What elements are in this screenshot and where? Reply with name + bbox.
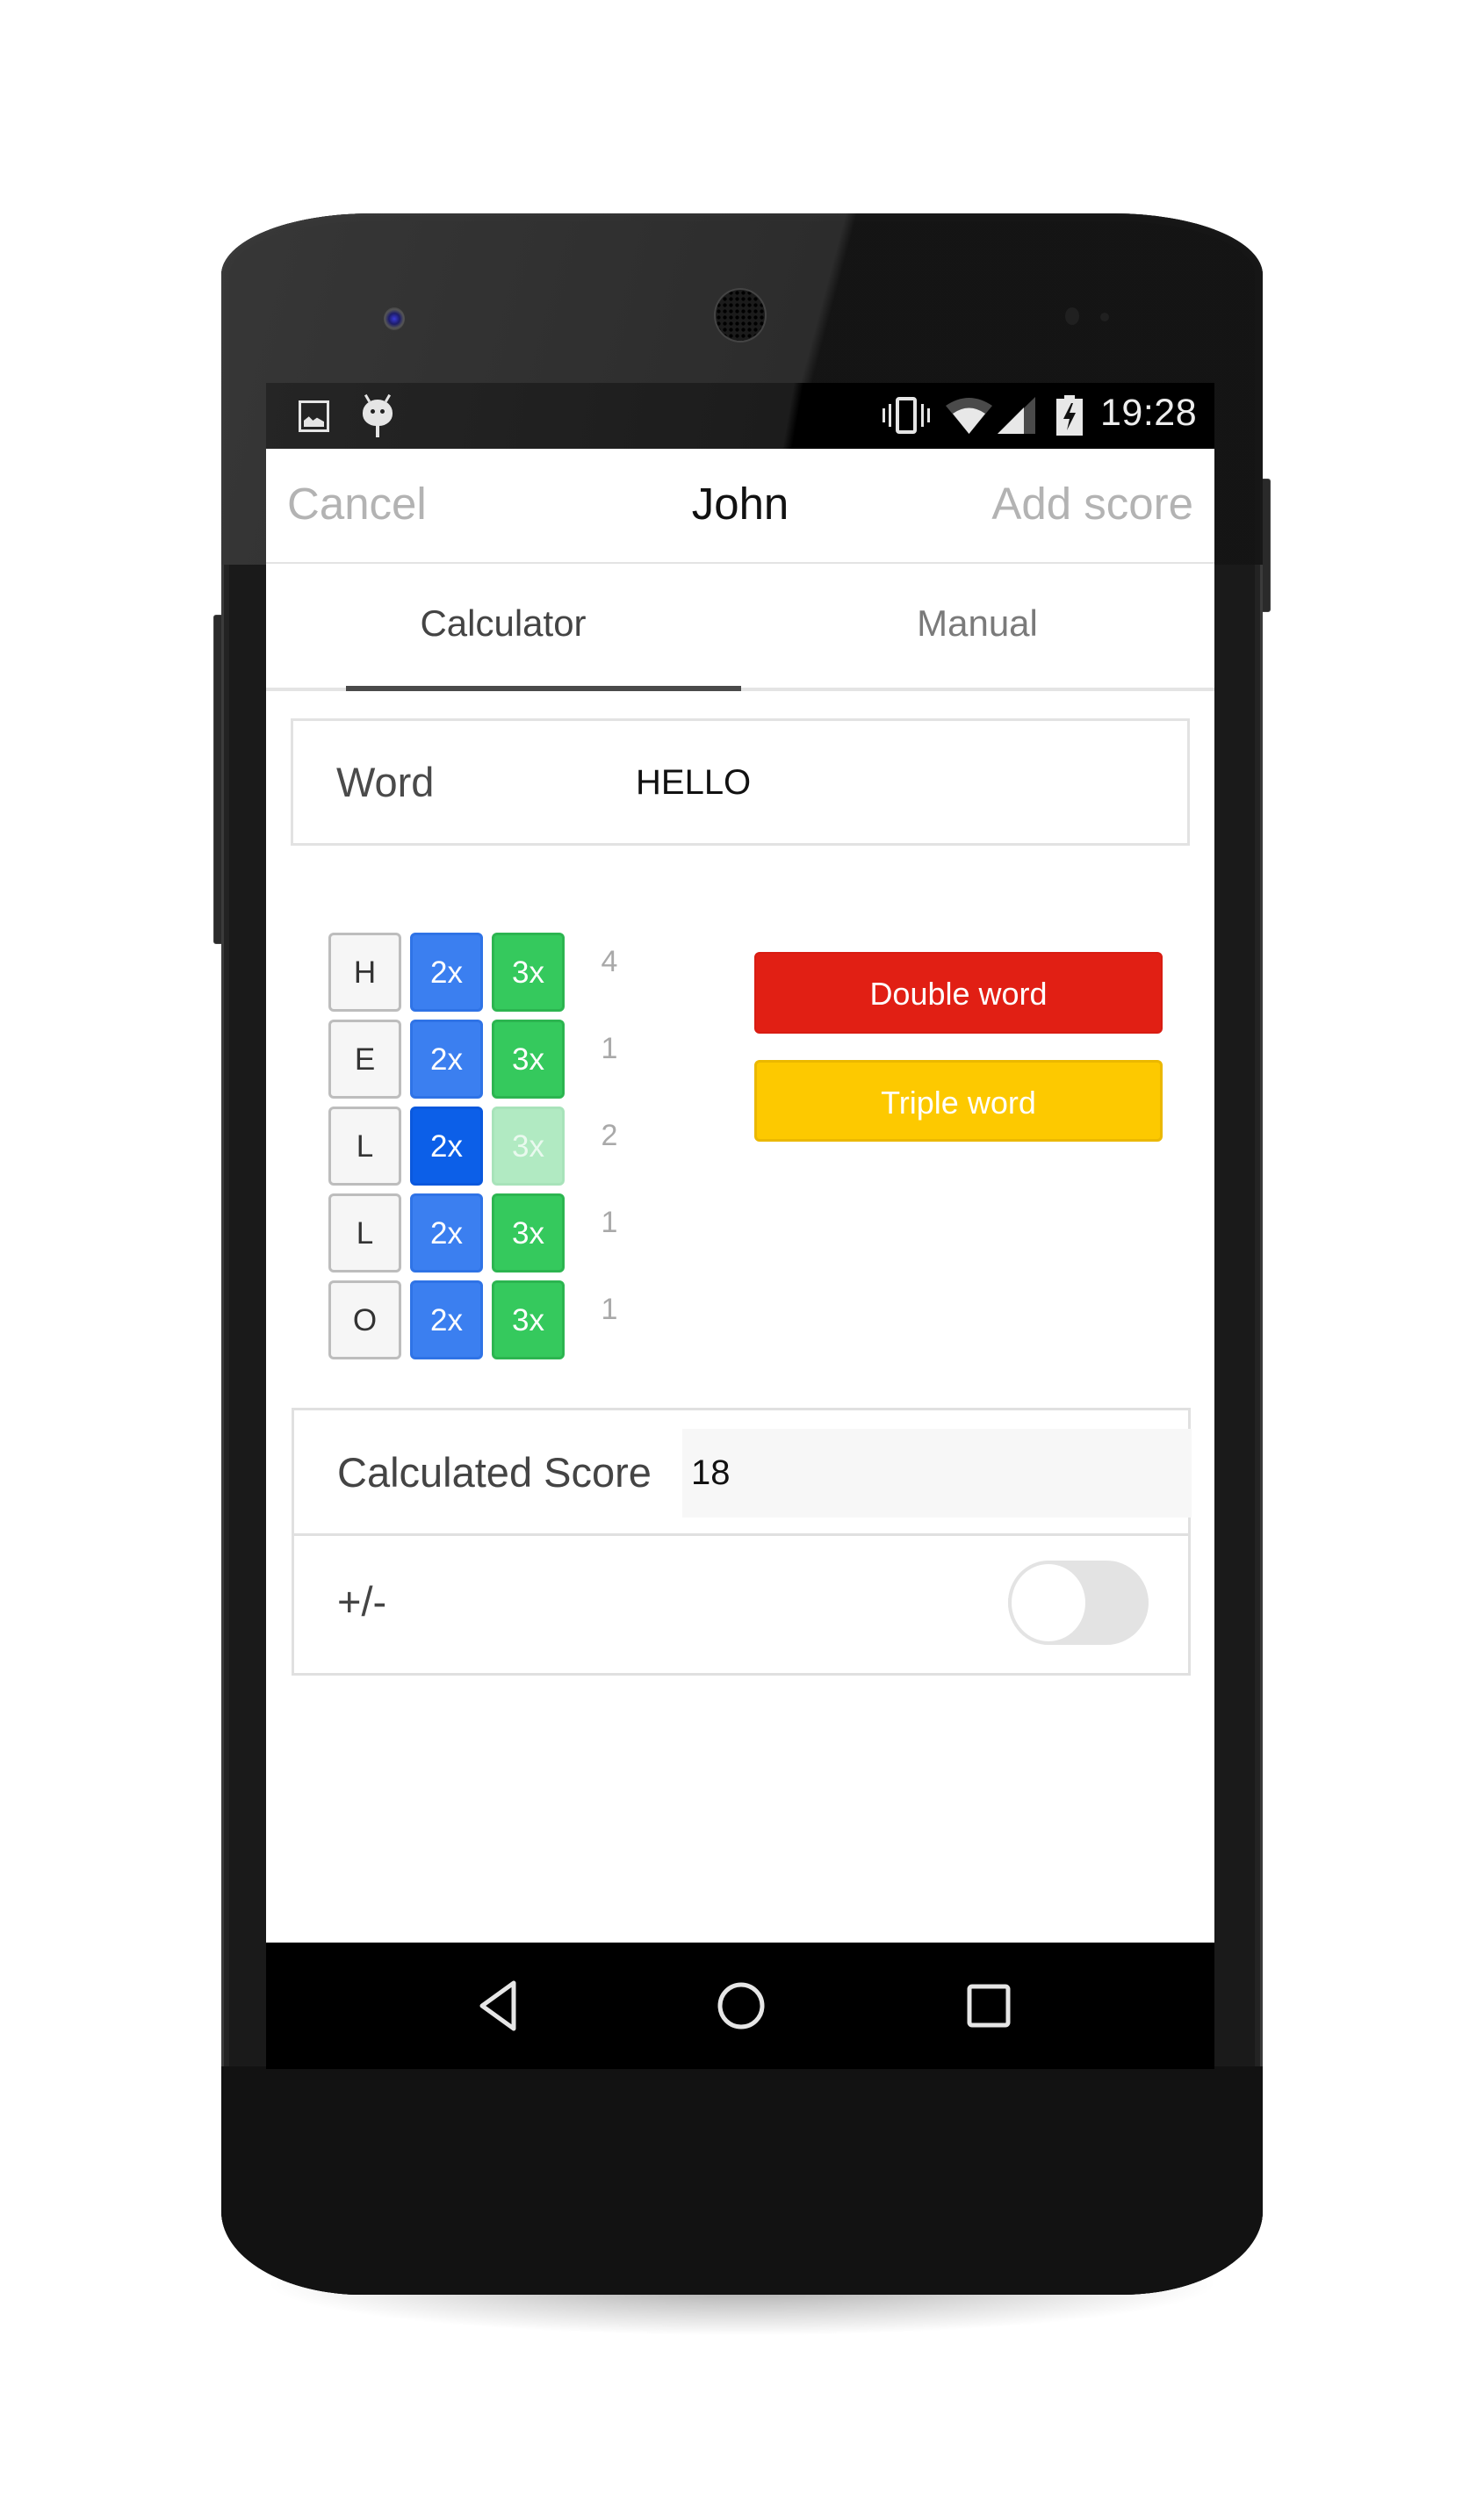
battery-charging-icon (1056, 395, 1083, 436)
letter-tile: L (328, 1193, 401, 1273)
triple-letter-button[interactable]: 3x (492, 1280, 565, 1359)
vibrate-icon (882, 397, 930, 434)
front-camera-icon (384, 307, 405, 330)
word-label: Word (336, 759, 435, 805)
toggle-knob (1008, 1561, 1089, 1645)
letter-row: E 2x 3x 1 (328, 1020, 645, 1099)
android-debug-icon (363, 393, 393, 437)
triple-letter-button[interactable]: 3x (492, 1193, 565, 1273)
score-card: Calculated Score +/- (292, 1408, 1192, 1676)
letter-row: H 2x 3x 4 (328, 933, 645, 1012)
calculated-score-row: Calculated Score (294, 1410, 1192, 1536)
letter-tile: L (328, 1107, 401, 1186)
double-letter-button[interactable]: 2x (410, 1193, 483, 1273)
status-time: 19:28 (1100, 392, 1198, 434)
light-sensor-icon (1100, 313, 1109, 321)
letter-tile: E (328, 1020, 401, 1099)
image-notification-icon (299, 400, 329, 432)
double-letter-button-active[interactable]: 2x (410, 1107, 483, 1186)
letter-tile: H (328, 933, 401, 1012)
proximity-sensor-icon (1065, 307, 1079, 325)
phone-chin (221, 2066, 1263, 2295)
letter-score: 2 (601, 1119, 618, 1152)
double-letter-button[interactable]: 2x (410, 1280, 483, 1359)
signal-icon (998, 397, 1035, 434)
tab-selected-indicator (346, 686, 741, 691)
adjust-toggle[interactable] (1008, 1561, 1149, 1645)
back-icon[interactable] (470, 1978, 526, 2034)
double-word-button[interactable]: Double word (754, 952, 1163, 1034)
triple-word-button[interactable]: Triple word (754, 1060, 1163, 1142)
power-button (1262, 479, 1271, 612)
recent-apps-icon[interactable] (961, 1978, 1017, 2034)
calculated-score-label: Calculated Score (337, 1449, 652, 1496)
tab-manual[interactable]: Manual (740, 564, 1214, 688)
letter-score: 1 (601, 1032, 618, 1065)
mode-tabs: Calculator Manual (266, 564, 1214, 691)
letter-score: 4 (601, 945, 618, 978)
status-bar: 19:28 (266, 383, 1214, 449)
calculated-score-field[interactable] (682, 1429, 1192, 1518)
word-input[interactable] (636, 763, 1163, 803)
add-score-button[interactable]: Add score (991, 478, 1193, 530)
letter-tile: O (328, 1280, 401, 1359)
triple-letter-button[interactable]: 3x (492, 1020, 565, 1099)
triple-letter-button-disabled[interactable]: 3x (492, 1107, 565, 1186)
double-letter-button[interactable]: 2x (410, 933, 483, 1012)
home-icon[interactable] (713, 1978, 769, 2034)
letter-score: 1 (601, 1206, 618, 1239)
letter-row: O 2x 3x 1 (328, 1280, 645, 1359)
navigation-bar (266, 1943, 1214, 2069)
adjust-label: +/- (337, 1578, 387, 1625)
letter-row: L 2x 3x 1 (328, 1193, 645, 1273)
letter-score: 1 (601, 1293, 618, 1326)
word-field-card: Word (291, 718, 1190, 846)
device-screen: 19:28 Cancel John Add score Calculator M… (266, 383, 1214, 2069)
triple-letter-button[interactable]: 3x (492, 933, 565, 1012)
top-bar: Cancel John Add score (266, 449, 1214, 564)
adjust-row: +/- (294, 1539, 1188, 1673)
tab-calculator[interactable]: Calculator (266, 564, 740, 688)
wifi-icon (946, 398, 992, 434)
letter-row: L 2x 3x 2 (328, 1107, 645, 1186)
earpiece-speaker-icon (716, 290, 765, 341)
double-letter-button[interactable]: 2x (410, 1020, 483, 1099)
